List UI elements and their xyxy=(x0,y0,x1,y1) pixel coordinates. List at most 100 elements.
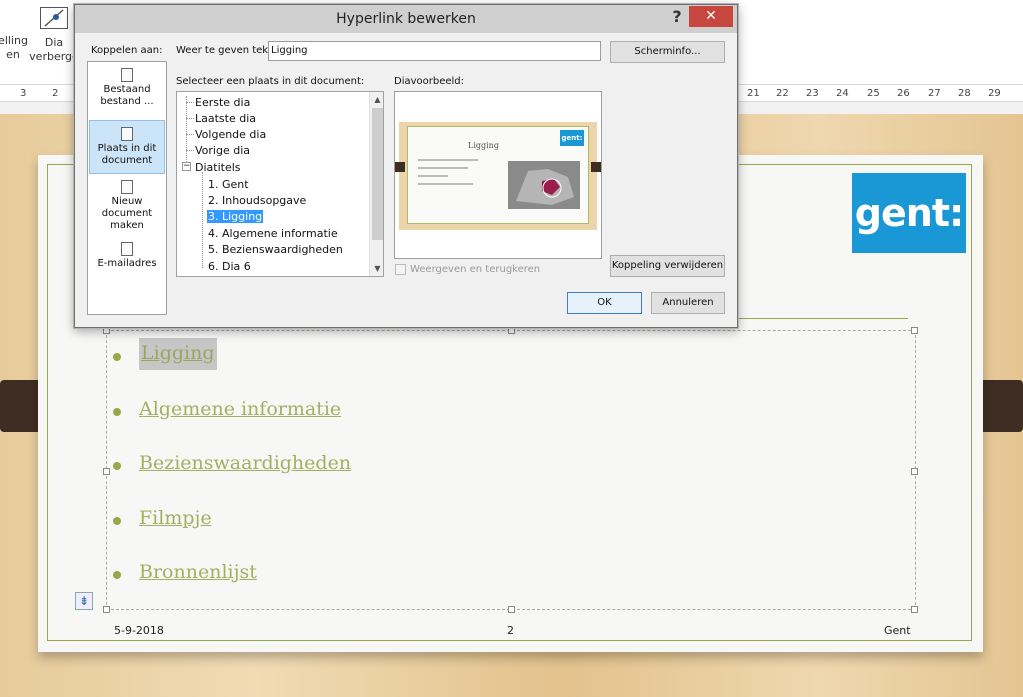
ruler-tick: 3 xyxy=(20,88,27,99)
hyperlink-filmpje[interactable]: Filmpje xyxy=(139,507,212,529)
tree-item-slide-6[interactable]: 6. Dia 6 xyxy=(208,260,251,273)
remove-link-button[interactable]: Koppeling verwijderen xyxy=(610,255,725,277)
existing-file-icon xyxy=(121,68,133,82)
screentip-button[interactable]: Scherminfo... xyxy=(610,41,725,63)
ruler-tick: 21 xyxy=(747,88,760,99)
tree-item-next-slide[interactable]: Volgende dia xyxy=(195,128,266,141)
show-return-label: Weergeven en terugkeren xyxy=(410,264,541,275)
preview-text-lines xyxy=(418,159,488,191)
hide-slide-icon xyxy=(40,7,68,29)
show-return-checkbox[interactable] xyxy=(395,264,406,275)
display-text-label: Weer te geven tekst: xyxy=(176,45,281,56)
hyperlink-bezienswaardigheden[interactable]: Bezienswaardigheden xyxy=(139,452,351,474)
resize-handle[interactable] xyxy=(911,327,918,334)
resize-handle[interactable] xyxy=(103,327,110,334)
tree-item-slide-1[interactable]: 1. Gent xyxy=(208,178,249,191)
link-to-pane: Bestaand bestand ... Plaats in dit docum… xyxy=(87,61,167,315)
hyperlink-bronnenlijst[interactable]: Bronnenlijst xyxy=(139,561,257,583)
ruler-tick: 28 xyxy=(958,88,971,99)
bullet-icon xyxy=(113,462,121,470)
list-item: Bronnenlijst xyxy=(113,561,351,616)
preview-strap xyxy=(591,162,601,172)
preview-label: Diavoorbeeld: xyxy=(394,76,465,87)
bullet-icon xyxy=(113,407,121,416)
resize-handle[interactable] xyxy=(911,606,918,613)
close-button[interactable]: ✕ xyxy=(689,6,733,27)
resize-handle[interactable] xyxy=(508,327,515,334)
list-item: Ligging xyxy=(113,338,351,398)
ok-button[interactable]: OK xyxy=(567,292,642,314)
edit-hyperlink-dialog: Hyperlink bewerken ? ✕ Koppelen aan: Bes… xyxy=(74,4,738,328)
tree-item-slide-titles[interactable]: Diatitels xyxy=(195,161,241,174)
ruler-tick: 24 xyxy=(836,88,849,99)
scroll-down-icon[interactable]: ▼ xyxy=(370,261,383,276)
hyperlink-algemene-informatie[interactable]: Algemene informatie xyxy=(139,398,341,420)
scroll-up-icon[interactable]: ▲ xyxy=(370,92,383,107)
link-option-place-in-document[interactable]: Plaats in dit document xyxy=(89,120,165,174)
scroll-thumb[interactable] xyxy=(372,108,383,240)
list-item: Filmpje xyxy=(113,507,351,562)
link-option-label: Nieuw document maken xyxy=(101,196,153,231)
tree-item-slide-5[interactable]: 5. Bezienswaardigheden xyxy=(208,243,343,256)
link-option-label: Bestaand bestand ... xyxy=(100,84,154,107)
footer-location: Gent xyxy=(884,624,911,637)
dialog-titlebar[interactable]: Hyperlink bewerken ? ✕ xyxy=(75,5,737,33)
link-option-label: E-mailadres xyxy=(97,258,157,269)
link-option-existing-file[interactable]: Bestaand bestand ... xyxy=(89,68,165,116)
email-icon xyxy=(121,242,133,256)
ruler-tick: 25 xyxy=(867,88,880,99)
hyperlink-ligging[interactable]: Ligging xyxy=(139,338,217,370)
dialog-title: Hyperlink bewerken xyxy=(336,11,476,27)
bullet-icon xyxy=(113,516,121,525)
preview-slide-content: gent: Ligging xyxy=(407,126,589,224)
tree-item-first-slide[interactable]: Eerste dia xyxy=(195,96,250,109)
preview-slide-thumbnail: gent: Ligging xyxy=(395,122,601,230)
resize-handle[interactable] xyxy=(103,468,110,475)
link-to-label: Koppelen aan: xyxy=(91,45,163,56)
link-option-email[interactable]: E-mailadres xyxy=(89,242,165,278)
footer-date: 5-9-2018 xyxy=(114,624,164,637)
link-option-new-document[interactable]: Nieuw document maken xyxy=(89,180,165,231)
slide-preview: gent: Ligging xyxy=(394,91,602,259)
list-item: Bezienswaardigheden xyxy=(113,452,351,507)
preview-logo: gent: xyxy=(560,130,584,146)
display-text-input[interactable]: Ligging xyxy=(268,41,601,61)
preview-slide-title: Ligging xyxy=(468,141,499,150)
new-document-icon xyxy=(121,180,133,194)
ribbon-button-1[interactable]: elling en xyxy=(0,34,30,62)
tree-item-slide-3[interactable]: 3. Ligging xyxy=(207,210,264,223)
help-button[interactable]: ? xyxy=(665,7,689,29)
bullet-icon xyxy=(113,571,121,579)
autofit-options-icon[interactable]: ⇟ xyxy=(75,592,93,610)
tree-connector xyxy=(186,102,194,103)
tree-connector xyxy=(202,172,203,268)
tree-item-slide-4[interactable]: 4. Algemene informatie xyxy=(208,227,338,240)
tree-connector xyxy=(186,118,194,119)
tree-connector xyxy=(186,96,187,166)
tree-connector xyxy=(186,134,194,135)
ruler-tick: 27 xyxy=(928,88,941,99)
bullet-list: Ligging Algemene informatie Bezienswaard… xyxy=(113,338,351,616)
document-place-tree[interactable]: − Eerste dia Laatste dia Volgende dia Vo… xyxy=(176,91,384,277)
select-place-label: Selecteer een plaats in dit document: xyxy=(176,76,365,87)
cancel-button[interactable]: Annuleren xyxy=(651,292,725,314)
tree-item-slide-2[interactable]: 2. Inhoudsopgave xyxy=(208,194,306,207)
resize-handle[interactable] xyxy=(103,606,110,613)
tree-item-previous-slide[interactable]: Vorige dia xyxy=(195,144,250,157)
ruler-tick: 22 xyxy=(776,88,789,99)
list-item: Algemene informatie xyxy=(113,398,351,453)
preview-strap xyxy=(395,162,405,172)
ruler-tick: 2 xyxy=(52,88,59,99)
gent-logo: gent: xyxy=(852,173,966,253)
resize-handle[interactable] xyxy=(508,606,515,613)
collapse-toggle[interactable]: − xyxy=(182,162,191,171)
ruler-tick: 26 xyxy=(897,88,910,99)
resize-handle[interactable] xyxy=(911,468,918,475)
bullet-icon xyxy=(113,353,121,361)
link-option-label: Plaats in dit document xyxy=(97,143,157,166)
tree-connector xyxy=(186,150,194,151)
footer-page-number: 2 xyxy=(507,624,514,637)
hide-slide-button[interactable]: Dia verberge xyxy=(28,36,80,64)
tree-scrollbar[interactable]: ▲ ▼ xyxy=(369,92,383,276)
tree-item-last-slide[interactable]: Laatste dia xyxy=(195,112,256,125)
